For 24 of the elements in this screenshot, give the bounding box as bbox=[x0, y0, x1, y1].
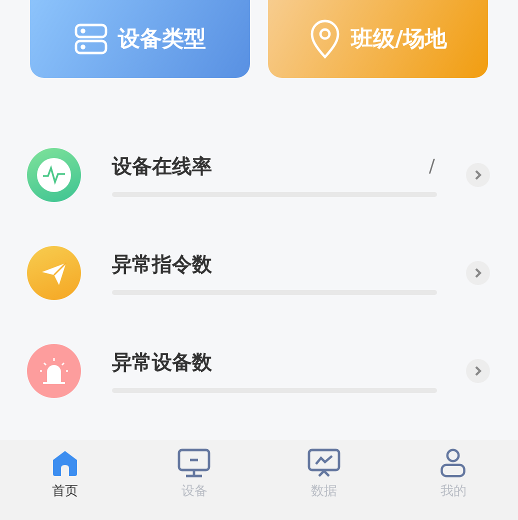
shortcut-card[interactable]: 设备类型 bbox=[30, 0, 250, 78]
monitor-icon bbox=[177, 448, 212, 478]
chevron-button[interactable] bbox=[466, 163, 490, 187]
nav-tab[interactable]: 我的 bbox=[388, 440, 518, 500]
nav-tab[interactable]: 首页 bbox=[0, 440, 130, 500]
chevron-right-icon bbox=[473, 365, 483, 377]
stat-icon bbox=[27, 344, 81, 398]
chevron-right-icon bbox=[473, 267, 483, 279]
chevron-right-icon bbox=[473, 169, 483, 181]
stat-icon bbox=[27, 148, 81, 202]
stat-title: 异常设备数 bbox=[112, 349, 212, 376]
chart-icon bbox=[306, 448, 341, 478]
nav-tab[interactable]: 数据 bbox=[259, 440, 388, 500]
stat-title: 设备在线率 bbox=[112, 153, 212, 180]
stat-title: 异常指令数 bbox=[112, 251, 212, 278]
stat-icon bbox=[27, 246, 81, 300]
chevron-button[interactable] bbox=[466, 359, 490, 383]
stat-value: / bbox=[428, 156, 435, 177]
user-icon bbox=[439, 448, 468, 478]
location-pin-icon bbox=[308, 19, 341, 59]
nav-tab[interactable]: 设备 bbox=[130, 440, 259, 500]
shortcut-card[interactable]: 班级/场地 bbox=[268, 0, 488, 78]
chevron-button[interactable] bbox=[466, 261, 490, 285]
server-icon bbox=[74, 22, 108, 56]
